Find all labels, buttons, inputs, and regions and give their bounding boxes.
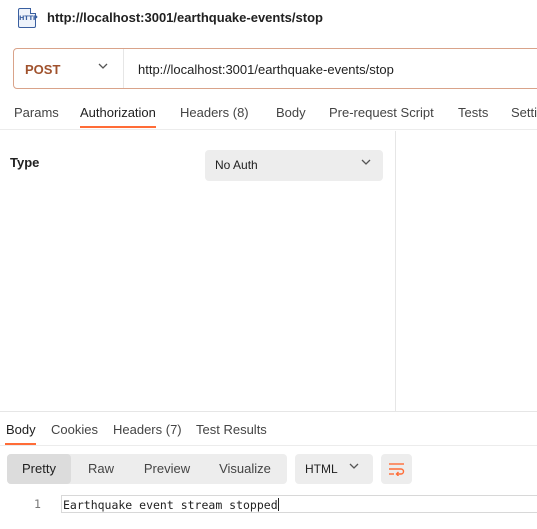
method-select[interactable]: POST bbox=[14, 49, 124, 88]
format-value: HTML bbox=[305, 462, 338, 476]
url-bar: POST bbox=[13, 48, 537, 89]
format-select[interactable]: HTML bbox=[295, 454, 373, 484]
view-visualize-button[interactable]: Visualize bbox=[205, 454, 285, 484]
method-label: POST bbox=[25, 62, 61, 77]
auth-type-value: No Auth bbox=[215, 158, 258, 172]
response-tab-headers[interactable]: Headers (7) bbox=[113, 422, 182, 437]
line-number: 1 bbox=[34, 497, 41, 511]
request-tabs: Params Authorization Headers (8) Body Pr… bbox=[0, 98, 537, 130]
tab-pre-request-script[interactable]: Pre-request Script bbox=[329, 105, 434, 120]
view-mode-group: Pretty Raw Preview Visualize bbox=[7, 454, 287, 484]
active-tab-indicator bbox=[80, 126, 156, 128]
response-body-editor[interactable]: 1 Earthquake event stream stopped bbox=[0, 494, 537, 516]
tab-authorization[interactable]: Authorization bbox=[80, 105, 156, 120]
chevron-down-icon bbox=[361, 157, 371, 170]
tab-headers[interactable]: Headers (8) bbox=[180, 105, 249, 120]
auth-type-label: Type bbox=[10, 155, 40, 170]
tab-settings[interactable]: Setti bbox=[511, 105, 537, 120]
response-tab-cookies[interactable]: Cookies bbox=[51, 422, 98, 437]
view-preview-button[interactable]: Preview bbox=[131, 454, 203, 484]
url-input[interactable] bbox=[138, 60, 528, 78]
response-tabs: Body Cookies Headers (7) Test Results bbox=[0, 412, 537, 446]
http-badge-text: HTTP bbox=[19, 14, 38, 22]
request-title[interactable]: http://localhost:3001/earthquake-events/… bbox=[47, 10, 323, 25]
text-caret bbox=[277, 498, 279, 511]
wrap-lines-icon bbox=[389, 463, 405, 476]
view-pretty-button[interactable]: Pretty bbox=[7, 454, 71, 484]
tab-tests[interactable]: Tests bbox=[458, 105, 488, 120]
http-file-icon: HTTP bbox=[18, 8, 38, 28]
response-tab-body[interactable]: Body bbox=[6, 422, 36, 437]
wrap-lines-button[interactable] bbox=[381, 454, 412, 484]
tab-body[interactable]: Body bbox=[276, 105, 306, 120]
request-title-bar: HTTP http://localhost:3001/earthquake-ev… bbox=[0, 0, 537, 38]
response-body-text: Earthquake event stream stopped bbox=[63, 498, 278, 512]
tab-params[interactable]: Params bbox=[14, 105, 59, 120]
view-raw-button[interactable]: Raw bbox=[73, 454, 129, 484]
chevron-down-icon bbox=[349, 461, 359, 474]
auth-panel: Type No Auth bbox=[0, 131, 396, 411]
auth-type-select[interactable]: No Auth bbox=[205, 150, 383, 181]
chevron-down-icon bbox=[98, 61, 108, 74]
response-body-line[interactable]: Earthquake event stream stopped bbox=[61, 495, 537, 513]
response-tab-test-results[interactable]: Test Results bbox=[196, 422, 267, 437]
active-response-tab-indicator bbox=[5, 443, 36, 445]
